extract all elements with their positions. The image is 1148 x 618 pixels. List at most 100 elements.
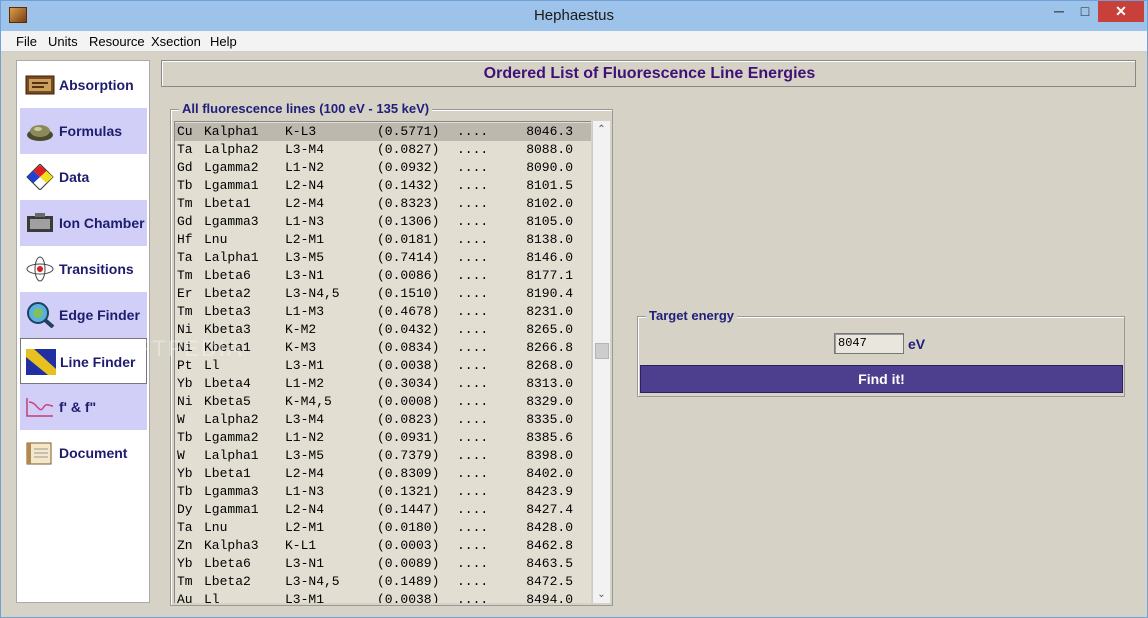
line-row[interactable]: Tb Lgamma1 L2-N4 (0.1432).... 8101.5 bbox=[175, 177, 591, 195]
line-row[interactable]: Au Ll L3-M1 (0.0038).... 8494.0 bbox=[175, 591, 591, 603]
line-row[interactable]: Tm Lbeta1 L2-M4 (0.8323).... 8102.0 bbox=[175, 195, 591, 213]
sidebar-item-document[interactable]: Document bbox=[20, 430, 147, 476]
page-title: Ordered List of Fluorescence Line Energi… bbox=[483, 65, 816, 82]
line-cell-dots: .... bbox=[457, 322, 489, 337]
line-cell-el: Tb bbox=[177, 430, 193, 445]
line-cell-line: Lgamma3 bbox=[204, 214, 259, 229]
scroll-down-arrow-icon[interactable]: ⌄ bbox=[593, 586, 610, 603]
line-cell-intensity: (0.0181) bbox=[377, 232, 440, 247]
line-cell-el: Gd bbox=[177, 214, 193, 229]
line-row[interactable]: W Lalpha1 L3-M5 (0.7379).... 8398.0 bbox=[175, 447, 591, 465]
line-cell-dots: .... bbox=[457, 160, 489, 175]
line-row[interactable]: Ta Lnu L2-M1 (0.0180).... 8428.0 bbox=[175, 519, 591, 537]
line-row[interactable]: Yb Lbeta4 L1-M2 (0.3034).... 8313.0 bbox=[175, 375, 591, 393]
data-icon bbox=[26, 164, 54, 190]
line-row[interactable]: Gd Lgamma3 L1-N3 (0.1306).... 8105.0 bbox=[175, 213, 591, 231]
watermark: SOFTPEDIA bbox=[101, 336, 244, 361]
menu-units[interactable]: Units bbox=[48, 34, 78, 49]
line-cell-trans: K-M3 bbox=[285, 340, 317, 355]
menu-file[interactable]: File bbox=[16, 34, 37, 49]
line-cell-energy: 8494.0 bbox=[526, 592, 573, 603]
energy-unit-label: eV bbox=[908, 336, 926, 352]
line-row[interactable]: Cu Kalpha1 K-L3 (0.5771).... 8046.3 bbox=[175, 123, 591, 141]
line-cell-intensity: (0.1489) bbox=[377, 574, 440, 589]
line-cell-energy: 8402.0 bbox=[526, 466, 573, 481]
window-title: Hephaestus bbox=[533, 7, 615, 24]
sidebar-item-anomalous-scattering[interactable]: f' & f" bbox=[20, 384, 147, 430]
line-cell-energy: 8385.6 bbox=[526, 430, 573, 445]
line-cell-energy: 8090.0 bbox=[526, 160, 573, 175]
line-cell-el: Yb bbox=[177, 556, 193, 571]
close-button[interactable]: ✕ bbox=[1098, 1, 1144, 22]
line-cell-energy: 8472.5 bbox=[526, 574, 573, 589]
header-panel: Ordered List of Fluorescence Line Energi… bbox=[161, 60, 1136, 87]
line-cell-energy: 8046.3 bbox=[526, 124, 573, 139]
line-cell-intensity: (0.0180) bbox=[377, 520, 440, 535]
line-row[interactable]: Hf Lnu L2-M1 (0.0181).... 8138.0 bbox=[175, 231, 591, 249]
maximize-button[interactable]: □ bbox=[1072, 1, 1098, 22]
line-cell-line: Lalpha2 bbox=[204, 142, 259, 157]
line-cell-intensity: (0.1432) bbox=[377, 178, 440, 193]
line-cell-el: Yb bbox=[177, 466, 193, 481]
sidebar-item-ion-chamber[interactable]: Ion Chamber bbox=[20, 200, 147, 246]
sidebar-item-edge-finder[interactable]: Edge Finder bbox=[20, 292, 147, 338]
sidebar-item-data[interactable]: Data bbox=[20, 154, 147, 200]
line-row[interactable]: Dy Lgamma1 L2-N4 (0.1447).... 8427.4 bbox=[175, 501, 591, 519]
line-row[interactable]: Er Lbeta2 L3-N4,5 (0.1510).... 8190.4 bbox=[175, 285, 591, 303]
menu-xsection[interactable]: Xsection bbox=[151, 34, 201, 49]
line-row[interactable]: Tm Lbeta3 L1-M3 (0.4678).... 8231.0 bbox=[175, 303, 591, 321]
find-it-button[interactable]: Find it! bbox=[640, 365, 1123, 393]
line-row[interactable]: Zn Kalpha3 K-L1 (0.0003).... 8462.8 bbox=[175, 537, 591, 555]
anomalous-scattering-icon bbox=[26, 398, 54, 417]
line-cell-trans: K-M4,5 bbox=[285, 394, 332, 409]
line-cell-line: Lbeta2 bbox=[204, 574, 251, 589]
line-cell-energy: 8398.0 bbox=[526, 448, 573, 463]
line-cell-intensity: (0.3034) bbox=[377, 376, 440, 391]
scroll-up-arrow-icon[interactable]: ⌃ bbox=[593, 121, 610, 138]
line-row[interactable]: Yb Lbeta6 L3-N1 (0.0089).... 8463.5 bbox=[175, 555, 591, 573]
menu-resource[interactable]: Resource bbox=[89, 34, 145, 49]
scroll-thumb[interactable] bbox=[595, 343, 609, 359]
line-row[interactable]: Tm Lbeta2 L3-N4,5 (0.1489).... 8472.5 bbox=[175, 573, 591, 591]
menu-help[interactable]: Help bbox=[210, 34, 237, 49]
line-row[interactable]: Yb Lbeta1 L2-M4 (0.8309).... 8402.0 bbox=[175, 465, 591, 483]
line-cell-el: W bbox=[177, 412, 185, 427]
line-cell-el: Au bbox=[177, 592, 193, 603]
title-bar[interactable]: Hephaestus ─ □ ✕ bbox=[1, 1, 1147, 31]
line-cell-dots: .... bbox=[457, 484, 489, 499]
transitions-icon bbox=[26, 256, 54, 282]
line-cell-el: Ni bbox=[177, 394, 193, 409]
line-row[interactable]: Ta Lalpha1 L3-M5 (0.7414).... 8146.0 bbox=[175, 249, 591, 267]
line-cell-el: Tm bbox=[177, 196, 193, 211]
line-row[interactable]: W Lalpha2 L3-M4 (0.0823).... 8335.0 bbox=[175, 411, 591, 429]
sidebar-item-formulas[interactable]: Formulas bbox=[20, 108, 147, 154]
line-row[interactable]: Tm Lbeta6 L3-N1 (0.0086).... 8177.1 bbox=[175, 267, 591, 285]
line-cell-el: Dy bbox=[177, 502, 193, 517]
sidebar-item-label: f' & f" bbox=[59, 399, 97, 415]
fluorescence-line-list[interactable]: Cu Kalpha1 K-L3 (0.5771).... 8046.3 Ta Lalpha2… bbox=[174, 121, 591, 603]
line-cell-el: Tb bbox=[177, 484, 193, 499]
line-cell-intensity: (0.0931) bbox=[377, 430, 440, 445]
line-row[interactable]: Tb Lgamma2 L1-N2 (0.0931).... 8385.6 bbox=[175, 429, 591, 447]
line-cell-dots: .... bbox=[457, 538, 489, 553]
line-cell-dots: .... bbox=[457, 448, 489, 463]
line-cell-trans: K-M2 bbox=[285, 322, 317, 337]
line-cell-el: Ta bbox=[177, 250, 193, 265]
line-row[interactable]: Ta Lalpha2 L3-M4 (0.0827).... 8088.0 bbox=[175, 141, 591, 159]
line-cell-energy: 8105.0 bbox=[526, 214, 573, 229]
line-cell-line: Lbeta1 bbox=[204, 466, 251, 481]
line-row[interactable]: Ni Kbeta5 K-M4,5 (0.0008).... 8329.0 bbox=[175, 393, 591, 411]
line-row[interactable]: Gd Lgamma2 L1-N2 (0.0932).... 8090.0 bbox=[175, 159, 591, 177]
line-cell-line: Lbeta6 bbox=[204, 556, 251, 571]
line-row[interactable]: Tb Lgamma3 L1-N3 (0.1321).... 8423.9 bbox=[175, 483, 591, 501]
line-cell-energy: 8428.0 bbox=[526, 520, 573, 535]
line-cell-line: Lnu bbox=[204, 232, 228, 247]
vertical-scrollbar[interactable]: ⌃ ⌄ bbox=[592, 121, 610, 603]
target-energy-input[interactable]: 8047 bbox=[834, 333, 904, 354]
minimize-button[interactable]: ─ bbox=[1046, 1, 1072, 22]
line-cell-dots: .... bbox=[457, 232, 489, 247]
line-cell-intensity: (0.8323) bbox=[377, 196, 440, 211]
line-cell-line: Lnu bbox=[204, 520, 228, 535]
sidebar-item-absorption[interactable]: Absorption bbox=[20, 62, 147, 108]
sidebar-item-transitions[interactable]: Transitions bbox=[20, 246, 147, 292]
